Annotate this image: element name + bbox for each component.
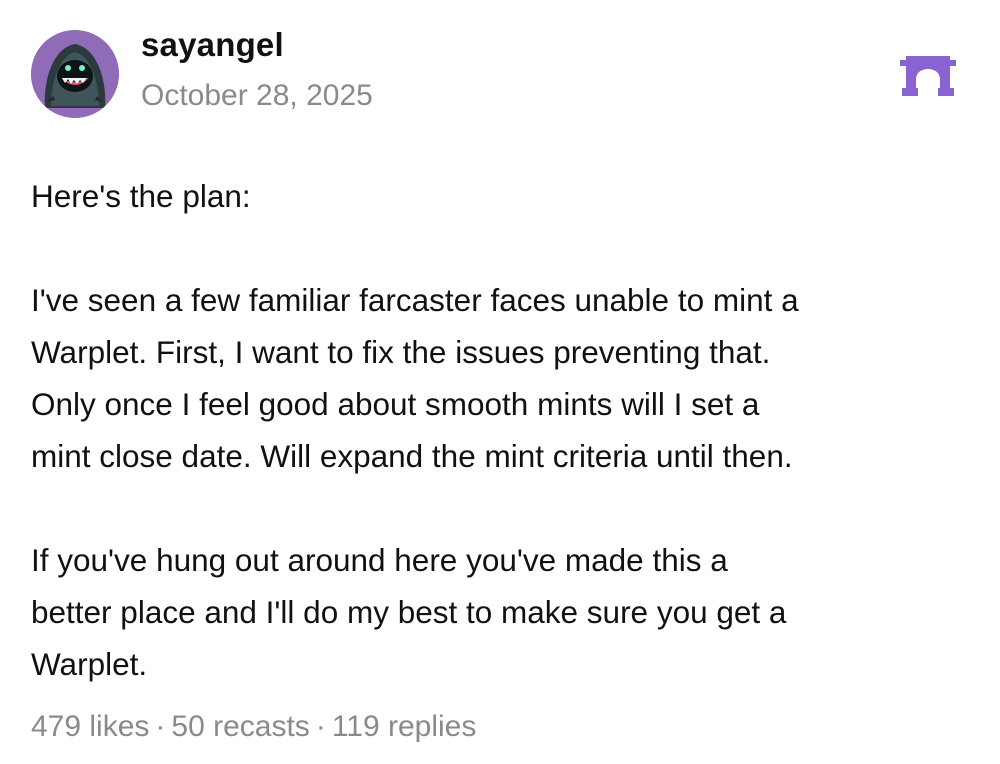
replies-count[interactable]: 119 replies bbox=[332, 710, 477, 743]
engagement-stats: 479 likes · 50 recasts · 119 replies bbox=[31, 710, 476, 744]
cast-post: sayangel October 28, 2025 Here's the pla… bbox=[0, 0, 1000, 764]
stat-separator: · bbox=[155, 710, 166, 743]
avatar[interactable] bbox=[31, 30, 119, 118]
username[interactable]: sayangel bbox=[141, 26, 284, 64]
farcaster-arch-icon[interactable] bbox=[900, 52, 956, 100]
post-paragraph: Here's the plan: bbox=[31, 178, 251, 214]
post-date: October 28, 2025 bbox=[141, 79, 373, 112]
post-paragraph: I've seen a few familiar farcaster faces… bbox=[31, 282, 799, 474]
recasts-count[interactable]: 50 recasts bbox=[171, 710, 309, 743]
stat-separator: · bbox=[315, 710, 326, 743]
likes-count[interactable]: 479 likes bbox=[31, 710, 149, 743]
hooded-monster-avatar-icon bbox=[31, 30, 119, 118]
post-paragraph: If you've hung out around here you've ma… bbox=[31, 542, 787, 682]
post-body: Here's the plan: I've seen a few familia… bbox=[31, 170, 976, 690]
